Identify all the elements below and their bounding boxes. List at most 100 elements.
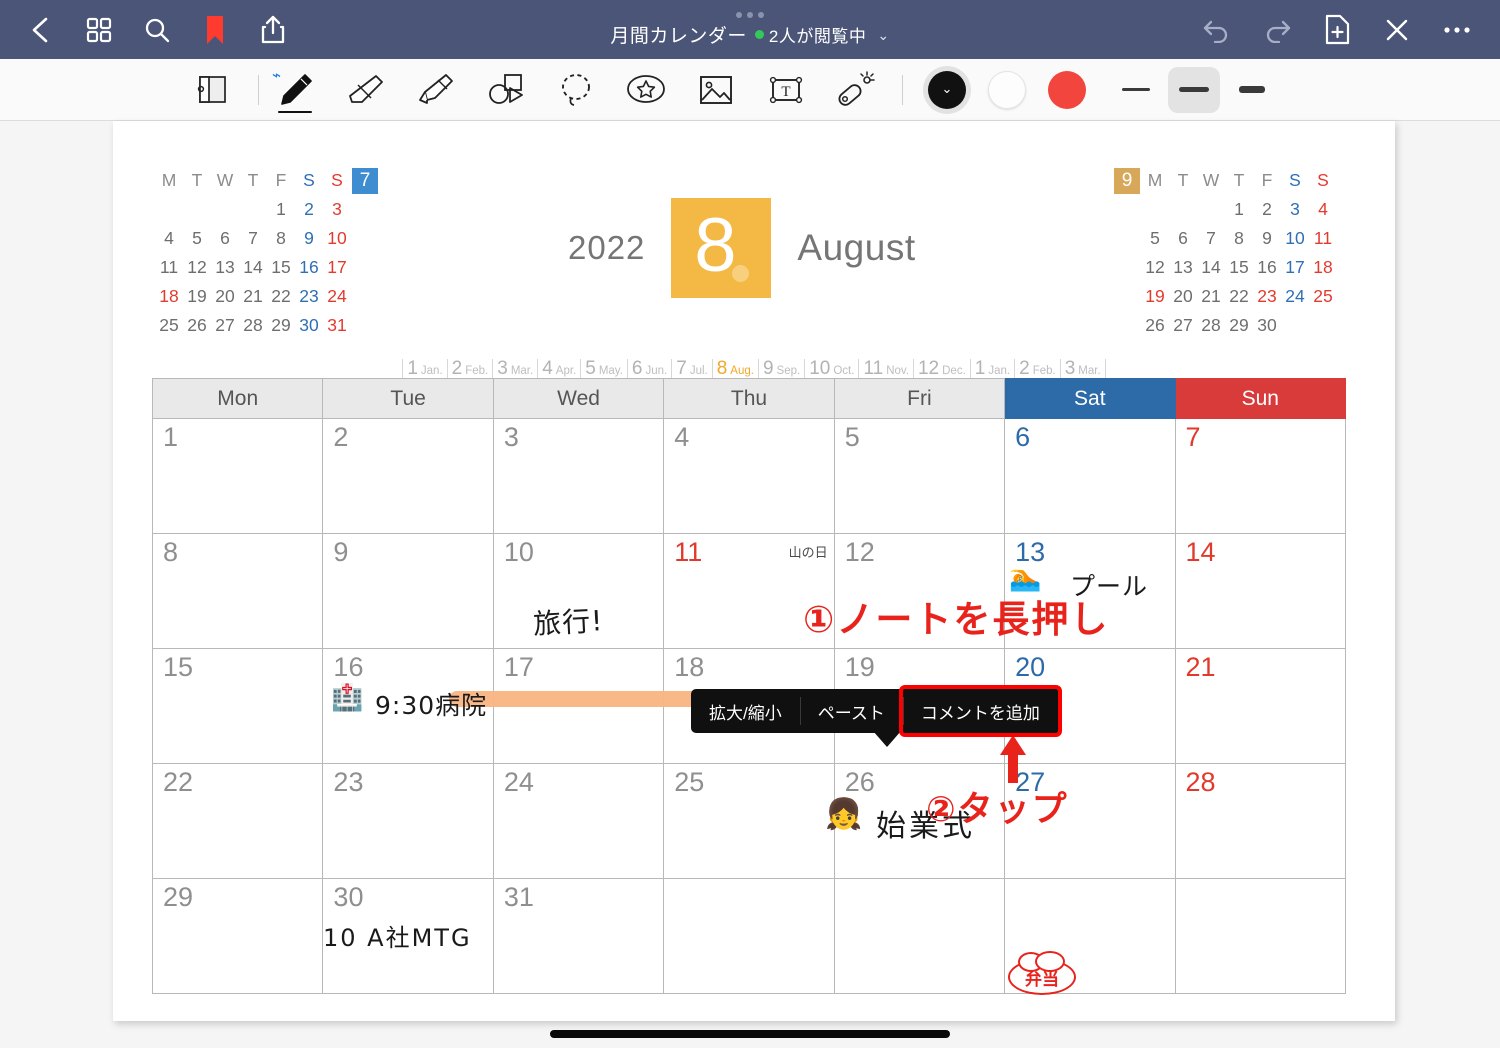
mini-calendar-day[interactable]: 3 [1281, 195, 1309, 224]
calendar-day-cell[interactable]: 23 [322, 763, 494, 879]
calendar-day-cell[interactable]: 8 [151, 533, 324, 649]
more-options-icon[interactable] [1430, 5, 1484, 55]
mini-calendar-day[interactable]: 2 [1253, 195, 1281, 224]
calendar-day-cell[interactable]: 29 [151, 878, 324, 994]
context-menu-item-add-comment[interactable]: コメントを追加 [898, 685, 1062, 737]
stroke-thick-button[interactable] [1226, 67, 1278, 113]
grid-view-icon[interactable] [72, 5, 126, 55]
mini-calendar-day[interactable]: 6 [1169, 224, 1197, 253]
context-menu-item-zoom[interactable]: 拡大/縮小 [691, 689, 800, 733]
mini-calendar-day[interactable]: 24 [323, 282, 351, 311]
mini-calendar-day[interactable]: 26 [183, 311, 211, 340]
mini-calendar-day[interactable]: 12 [1141, 253, 1169, 282]
mini-calendar-day[interactable]: 7 [1197, 224, 1225, 253]
mini-calendar-day[interactable]: 13 [1169, 253, 1197, 282]
mini-calendar-day[interactable]: 21 [239, 282, 267, 311]
mini-calendar-day[interactable]: 26 [1141, 311, 1169, 340]
mini-calendar-day[interactable] [1309, 311, 1337, 340]
mini-calendar-day[interactable]: 24 [1281, 282, 1309, 311]
mini-calendar-day[interactable]: 13 [211, 253, 239, 282]
mini-calendar-day[interactable]: 29 [1225, 311, 1253, 340]
mini-calendar-day[interactable]: 9 [295, 224, 323, 253]
stroke-thin-button[interactable] [1110, 67, 1162, 113]
mini-calendar-day[interactable] [1281, 311, 1309, 340]
calendar-day-cell[interactable]: 5 [833, 418, 1006, 534]
mini-calendar-day[interactable]: 19 [1141, 282, 1169, 311]
note-page-sheet[interactable]: M T W T F S S 7 1 2 3 4 5 6 7 8 9 10 11 12 13 14 15 16 17 18 19 20 2… [113, 121, 1395, 1021]
color-white-swatch[interactable] [988, 70, 1026, 109]
month-strip-item[interactable]: 3 Mar. [492, 359, 537, 378]
calendar-day-cell[interactable]: 2 [322, 418, 494, 534]
calendar-day-cell[interactable]: 25 [663, 763, 835, 879]
mini-calendar-day[interactable]: 9 [1253, 224, 1281, 253]
mini-calendar-day[interactable]: 22 [1225, 282, 1253, 311]
document-title-row[interactable]: 月間カレンダー 2人が閲覧中 ⌄ [610, 21, 889, 48]
mini-calendar-day[interactable]: 22 [267, 282, 295, 311]
back-button[interactable] [14, 5, 68, 55]
calendar-day-cell[interactable]: 21 [1174, 648, 1347, 764]
mini-calendar-day[interactable]: 17 [1281, 253, 1309, 282]
month-strip-item[interactable]: 6 Jun. [626, 359, 671, 378]
month-strip-item[interactable]: 10 Oct. [804, 359, 858, 378]
mini-calendar-day[interactable]: 1 [267, 195, 295, 224]
mini-calendar-day[interactable]: 18 [155, 282, 183, 311]
redo-icon[interactable] [1250, 5, 1304, 55]
mini-calendar-day[interactable]: 7 [239, 224, 267, 253]
mini-calendar-day[interactable]: 21 [1197, 282, 1225, 311]
mini-calendar-day[interactable]: 23 [1253, 282, 1281, 311]
mini-calendar-day[interactable] [239, 195, 267, 224]
mini-calendar-day[interactable]: 8 [267, 224, 295, 253]
month-strip-item[interactable]: 2 Feb. [1014, 359, 1060, 378]
mini-calendar-day[interactable]: 29 [267, 311, 295, 340]
calendar-day-cell[interactable]: 7 [1174, 418, 1347, 534]
shape-tool[interactable] [480, 64, 532, 116]
calendar-day-cell[interactable] [833, 878, 1006, 994]
highlighter-tool[interactable] [410, 64, 462, 116]
mini-calendar-day[interactable]: 15 [1225, 253, 1253, 282]
mini-calendar-day[interactable]: 3 [323, 195, 351, 224]
mini-calendar-day[interactable]: 23 [295, 282, 323, 311]
mini-calendar-day[interactable]: 20 [1169, 282, 1197, 311]
calendar-day-cell[interactable]: 31 [492, 878, 665, 994]
month-strip-item[interactable]: 8 Aug. [711, 359, 758, 378]
bookmark-icon[interactable] [188, 5, 242, 55]
calendar-day-cell[interactable]: 15 [151, 648, 324, 764]
mini-calendar-day[interactable]: 27 [211, 311, 239, 340]
month-strip-item[interactable]: 3 Mar. [1059, 359, 1106, 378]
mini-calendar-day[interactable] [1197, 195, 1225, 224]
calendar-day-cell[interactable]: 3 [492, 418, 665, 534]
add-page-icon[interactable] [1310, 5, 1364, 55]
mini-calendar-day[interactable]: 2 [295, 195, 323, 224]
mini-calendar-day[interactable]: 5 [1141, 224, 1169, 253]
mini-calendar-day[interactable]: 28 [239, 311, 267, 340]
calendar-day-cell[interactable]: 4 [663, 418, 835, 534]
month-strip-item[interactable]: 7 Jul. [671, 359, 711, 378]
share-icon[interactable] [246, 5, 300, 55]
month-strip-item[interactable]: 5 May. [580, 359, 627, 378]
calendar-day-cell[interactable]: 24 [492, 763, 665, 879]
calendar-day-cell[interactable]: 28 [1174, 763, 1347, 879]
mini-calendar-day[interactable]: 1 [1225, 195, 1253, 224]
mini-calendar-day[interactable] [1169, 195, 1197, 224]
mini-calendar-day[interactable]: 11 [155, 253, 183, 282]
image-tool[interactable] [690, 64, 742, 116]
chevron-down-icon[interactable]: ⌄ [877, 27, 889, 44]
color-black-swatch[interactable]: ⌄ [928, 70, 966, 109]
month-navigation-strip[interactable]: 1 Jan. 2 Feb. 3 Mar. 4 Apr. 5 May. 6 Jun. 7 Jul. 8 Aug.… [113, 359, 1395, 378]
calendar-day-cell[interactable] [663, 878, 835, 994]
lasso-tool[interactable] [550, 64, 602, 116]
mini-calendar-day[interactable]: 17 [323, 253, 351, 282]
mini-calendar-day[interactable]: 16 [295, 253, 323, 282]
calendar-day-cell[interactable]: 14 [1174, 533, 1347, 649]
mini-calendar-day[interactable]: 11 [1309, 224, 1337, 253]
mini-calendar-day[interactable]: 25 [1309, 282, 1337, 311]
mini-calendar-day[interactable]: 16 [1253, 253, 1281, 282]
text-tool[interactable]: T [760, 64, 812, 116]
mini-calendar-day[interactable]: 4 [1309, 195, 1337, 224]
search-icon[interactable] [130, 5, 184, 55]
context-menu-item-paste[interactable]: ペースト [799, 689, 903, 733]
month-strip-item[interactable]: 12 Dec. [912, 359, 970, 378]
mini-calendar-day[interactable]: 19 [183, 282, 211, 311]
mini-calendar-day[interactable]: 14 [1197, 253, 1225, 282]
mini-calendar-day[interactable]: 18 [1309, 253, 1337, 282]
